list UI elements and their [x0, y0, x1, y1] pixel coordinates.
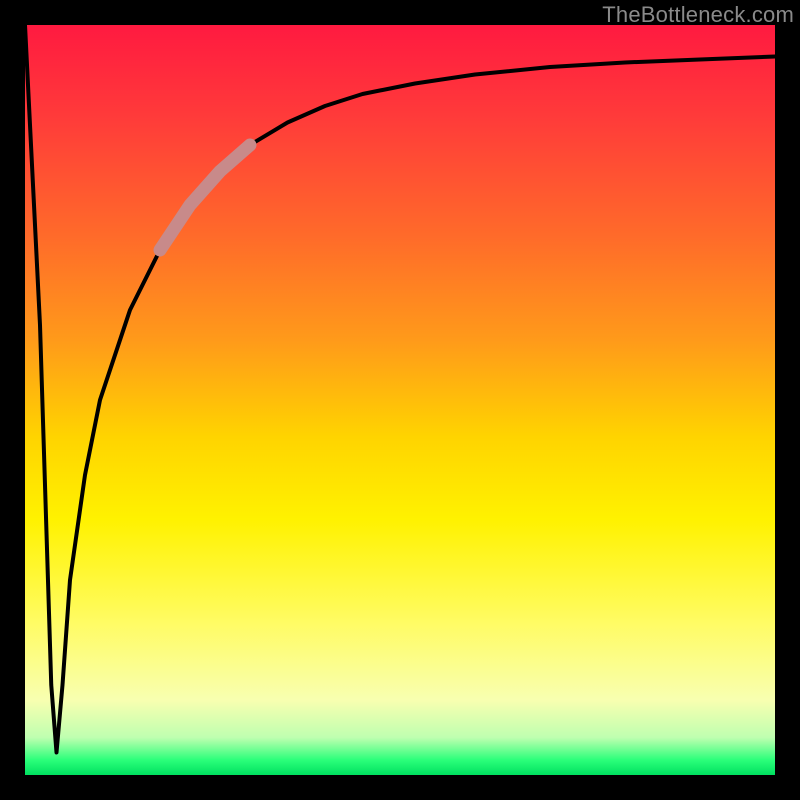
plot-area — [25, 25, 775, 775]
chart-frame: TheBottleneck.com — [0, 0, 800, 800]
watermark-label: TheBottleneck.com — [602, 2, 794, 28]
chart-svg — [25, 25, 775, 775]
bottleneck-curve-highlight — [160, 145, 250, 250]
bottleneck-curve — [25, 25, 775, 753]
